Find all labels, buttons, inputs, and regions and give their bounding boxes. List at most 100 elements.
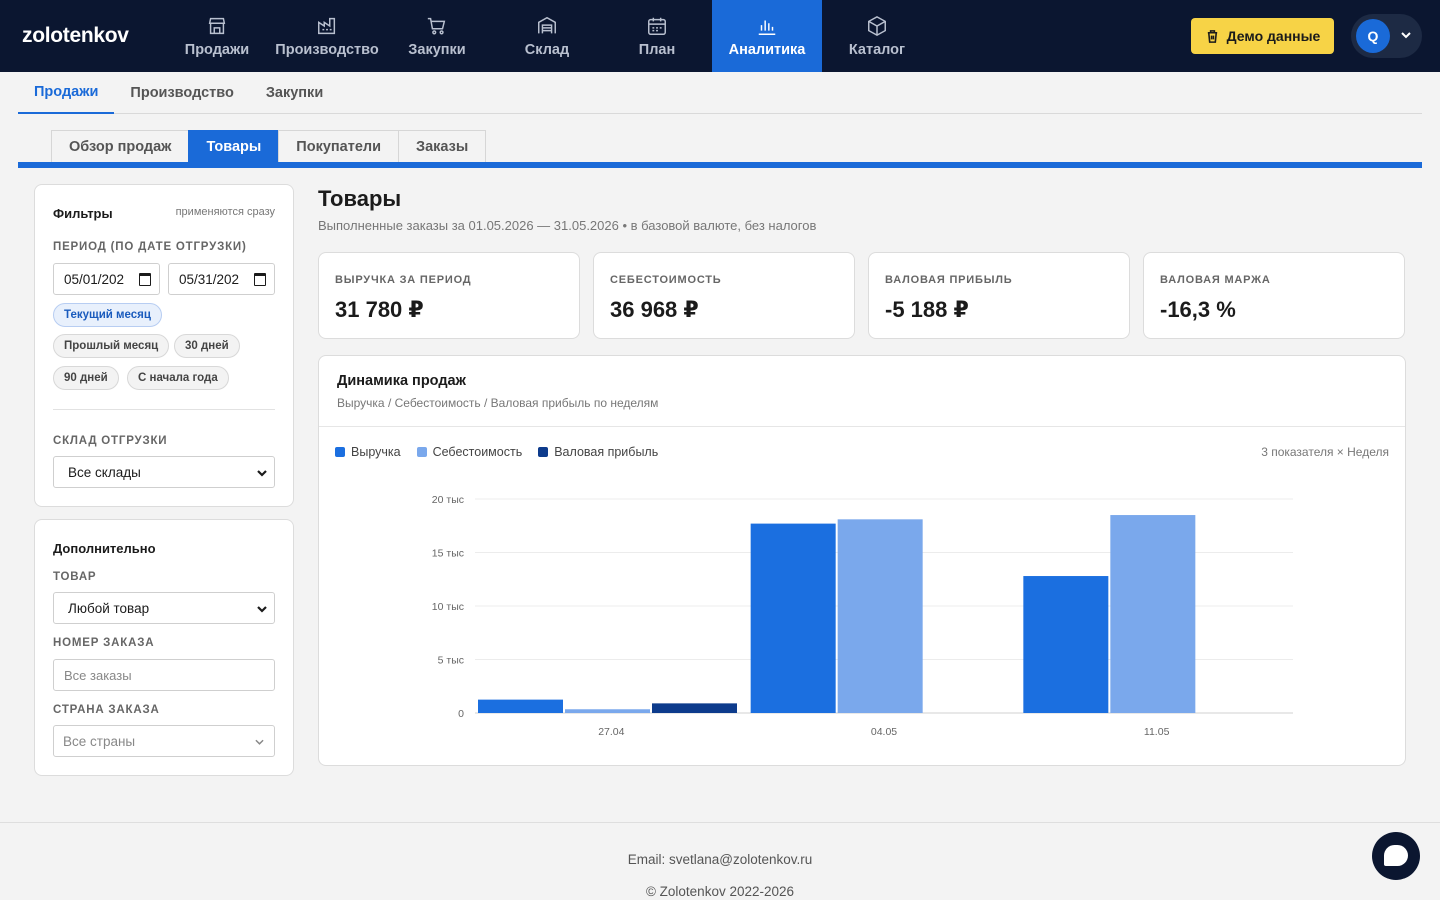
footer-copyright: © Zolotenkov 2022-2026 (645, 884, 795, 899)
nav-item-sales[interactable]: Продажи (162, 0, 272, 72)
bar-cost (565, 709, 650, 713)
subtab-customers[interactable]: Покупатели (278, 130, 400, 162)
x-tick-label: 27.04 (598, 726, 624, 738)
order-number-input[interactable]: Все заказы (53, 659, 275, 691)
kpi-card-revenue: ВЫРУЧКА ЗА ПЕРИОД 31 780 ₽ (318, 252, 580, 339)
kpi-value: -5 188 ₽ (885, 297, 969, 322)
y-tick-label: 15 тыс (432, 548, 464, 560)
chevron-down-icon (257, 470, 267, 477)
y-tick-label: 20 тыс (432, 494, 464, 506)
nav-item-label: Закупки (408, 41, 466, 58)
tab-sales[interactable]: Продажи (18, 72, 115, 114)
warehouse-label: СКЛАД ОТГРУЗКИ (53, 435, 168, 447)
bar-chart-icon (758, 20, 776, 35)
kpi-card-gross-margin: ВАЛОВАЯ МАРЖА -16,3 % (1143, 252, 1405, 339)
y-tick-label: 5 тыс (438, 655, 464, 667)
x-tick-label: 11.05 (1144, 726, 1170, 738)
app-logo[interactable]: zolotenkov (22, 24, 129, 48)
date-to-value: 05/31/202 (179, 271, 240, 287)
section-tabs: Продажи Производство Закупки (18, 72, 1422, 114)
date-from-input[interactable]: 05/01/202 (53, 263, 160, 295)
cart-icon (427, 17, 446, 35)
kpi-card-gross-profit: ВАЛОВАЯ ПРИБЫЛЬ -5 188 ₽ (868, 252, 1130, 339)
extra-title: Дополнительно (53, 541, 156, 556)
bar-revenue (478, 699, 563, 713)
x-tick-label: 04.05 (871, 726, 897, 738)
subtab-orders[interactable]: Заказы (398, 130, 487, 162)
avatar: Q (1356, 19, 1390, 53)
nav-item-label: Каталог (848, 41, 906, 58)
kpi-value: 31 780 ₽ (335, 297, 424, 322)
filters-panel: Фильтры применяются сразу ПЕРИОД (ПО ДАТ… (34, 184, 294, 507)
footer: Email: svetlana@zolotenkov.ru © Zolotenk… (0, 822, 1440, 900)
factory-icon (318, 17, 336, 34)
demo-data-button[interactable]: Демо данные (1191, 18, 1334, 54)
nav-item-purchases[interactable]: Закупки (382, 0, 492, 72)
kpi-value: 36 968 ₽ (610, 297, 699, 322)
extra-filters-panel: Дополнительно ТОВАР Любой товар НОМЕР ЗА… (34, 519, 294, 776)
bar-revenue (1023, 576, 1109, 713)
nav-item-catalog[interactable]: Каталог (822, 0, 932, 72)
nav-item-plan[interactable]: План (602, 0, 712, 72)
chip-last-month[interactable]: Прошлый месяц (53, 334, 170, 358)
warehouse-icon (538, 16, 556, 33)
nav-item-label: Производство (275, 41, 379, 58)
chat-button[interactable] (1372, 832, 1420, 880)
product-select[interactable]: Любой товар (53, 592, 275, 624)
bar-revenue (750, 523, 836, 713)
warehouse-select[interactable]: Все склады (53, 456, 275, 488)
product-select-value: Любой товар (68, 600, 150, 616)
nav-item-label: План (638, 41, 676, 58)
calendar-icon[interactable] (139, 273, 151, 286)
kpi-value: -16,3 % (1160, 297, 1236, 322)
nav-item-analytics[interactable]: Аналитика (712, 0, 822, 72)
trash-icon (1207, 29, 1217, 43)
chip-current-month[interactable]: Текущий месяц (53, 303, 162, 327)
tab-production[interactable]: Производство (114, 72, 249, 113)
warehouse-select-value: Все склады (68, 464, 141, 480)
kpi-card-cost: СЕБЕСТОИМОСТЬ 36 968 ₽ (593, 252, 855, 339)
sub-tabs: Обзор продаж Товары Покупатели Заказы (51, 130, 487, 162)
y-tick-label: 0 (458, 708, 464, 720)
filters-title: Фильтры (53, 206, 113, 221)
page-subtitle: Выполненные заказы за 01.05.2026 — 31.05… (318, 218, 817, 233)
nav-item-label: Продажи (184, 41, 250, 58)
kpi-label: СЕБЕСТОИМОСТЬ (610, 274, 722, 286)
chevron-down-icon (255, 739, 264, 745)
country-label: СТРАНА ЗАКАЗА (53, 704, 160, 716)
kpi-label: ВЫРУЧКА ЗА ПЕРИОД (335, 274, 472, 286)
store-icon (208, 17, 226, 34)
subtab-sales-overview[interactable]: Обзор продаж (51, 130, 190, 162)
chip-year-to-date[interactable]: С начала года (127, 366, 229, 390)
subtab-products[interactable]: Товары (188, 130, 280, 162)
date-to-input[interactable]: 05/31/202 (168, 263, 275, 295)
chip-30-days[interactable]: 30 дней (174, 334, 240, 358)
y-tick-label: 10 тыс (432, 601, 464, 613)
chat-bubble-icon (1384, 845, 1408, 866)
footer-email[interactable]: Email: svetlana@zolotenkov.ru (0, 852, 1440, 867)
user-menu-button[interactable]: Q (1351, 14, 1422, 58)
nav-item-production[interactable]: Производство (272, 0, 382, 72)
chevron-down-icon (257, 606, 267, 613)
bar-cost (1110, 515, 1196, 713)
nav-item-warehouse[interactable]: Склад (492, 0, 602, 72)
subtabs-underline (18, 162, 1422, 168)
page-title: Товары (318, 186, 402, 211)
kpi-label: ВАЛОВАЯ ПРИБЫЛЬ (885, 274, 1013, 286)
bar-cost (837, 519, 923, 713)
sales-dynamics-card: Динамика продаж Выручка / Себестоимость … (318, 355, 1406, 766)
product-label: ТОВАР (53, 571, 97, 583)
nav-item-label: Аналитика (728, 41, 806, 58)
order-number-label: НОМЕР ЗАКАЗА (53, 637, 155, 649)
calendar-icon (648, 17, 666, 35)
main-nav: Продажи Производство Закупки Склад План … (162, 0, 932, 72)
tab-purchases[interactable]: Закупки (250, 72, 339, 113)
date-from-value: 05/01/202 (64, 271, 125, 287)
calendar-icon[interactable] (254, 273, 266, 286)
sales-chart: 0 5 тыс 10 тыс 15 тыс 20 тыс 27.04 04.05 11.05 (432, 494, 1293, 738)
chip-90-days[interactable]: 90 дней (53, 366, 119, 390)
filters-divider (53, 409, 275, 410)
country-select[interactable]: Все страны (53, 725, 275, 757)
box-icon (868, 15, 886, 36)
top-navbar: zolotenkov Продажи Производство Закупки … (0, 0, 1440, 72)
